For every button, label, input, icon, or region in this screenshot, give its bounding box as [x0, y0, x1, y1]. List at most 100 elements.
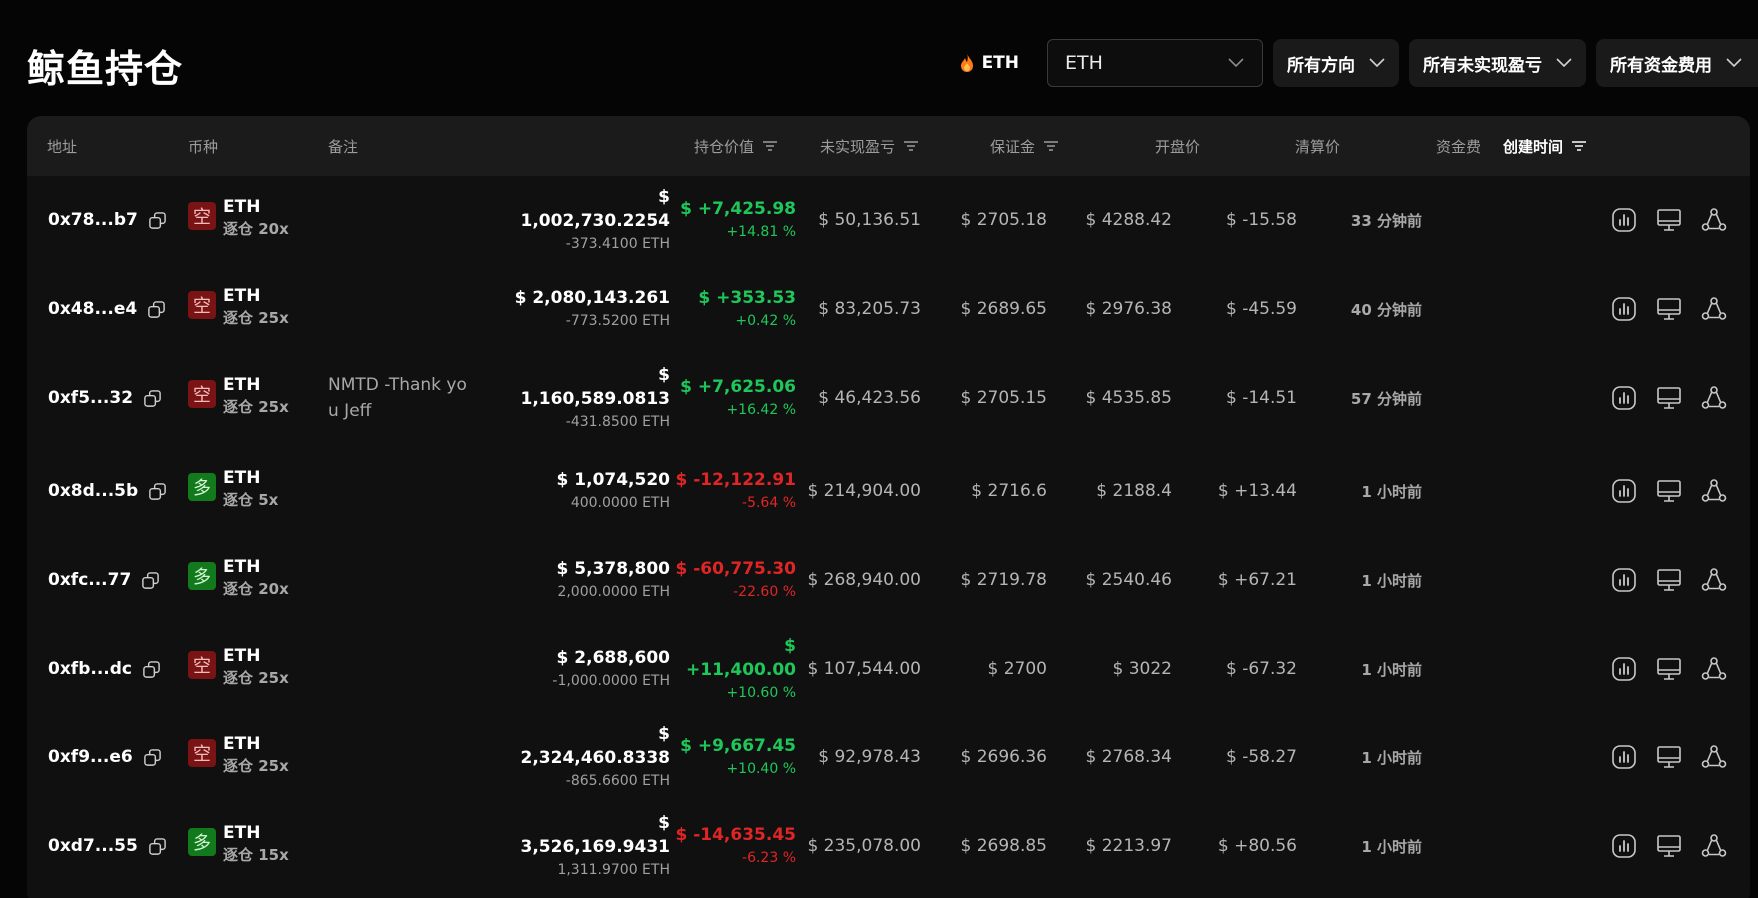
- funding-value: $ -45.59: [1225, 299, 1297, 319]
- pnl-value: $ -60,775.30: [675, 559, 796, 579]
- monitor-icon[interactable]: [1656, 207, 1682, 233]
- hot-token-button[interactable]: ETH: [960, 53, 1019, 73]
- share-icon[interactable]: [1701, 207, 1727, 233]
- address-text[interactable]: 0xd7...55: [48, 836, 138, 856]
- pnl-percent: +0.42 %: [735, 313, 796, 329]
- address-text[interactable]: 0xfb...dc: [48, 659, 132, 679]
- pnl-cell: $ -14,635.45 -6.23 %: [670, 802, 796, 890]
- share-icon[interactable]: [1701, 296, 1727, 322]
- copy-icon[interactable]: [148, 211, 167, 230]
- margin-value: $ 107,544.00: [807, 659, 921, 679]
- note-text: [328, 625, 468, 713]
- monitor-icon[interactable]: [1656, 744, 1682, 770]
- chart-icon[interactable]: [1611, 296, 1637, 322]
- table-row[interactable]: 0xfc...77 多 ETH 逐仓 20x $ 5,378,800 2,000.0000…: [27, 536, 1750, 624]
- direction-badge: 多: [188, 828, 216, 856]
- positions-table: 地址 币种 备注 持仓价值 未实现盈亏 保证金 开盘价 清算价 资金费 创建时间…: [27, 116, 1750, 898]
- funding-filter[interactable]: 所有资金费用: [1596, 39, 1758, 87]
- monitor-icon[interactable]: [1656, 296, 1682, 322]
- token-select[interactable]: ETH: [1047, 39, 1263, 87]
- row-actions: [1611, 802, 1727, 890]
- share-icon[interactable]: [1701, 656, 1727, 682]
- direction-badge: 空: [188, 739, 216, 767]
- chart-icon[interactable]: [1611, 385, 1637, 411]
- coin-cell: 空 ETH 逐仓 25x: [188, 733, 289, 777]
- table-row[interactable]: 0xf9...e6 空 ETH 逐仓 25x $ 2,324,460.8338 -865.…: [27, 713, 1750, 801]
- position-size: 1,311.9700 ETH: [557, 862, 670, 878]
- table-row[interactable]: 0x8d...5b 多 ETH 逐仓 5x $ 1,074,520 400.0000 ET…: [27, 447, 1750, 535]
- chart-icon[interactable]: [1611, 656, 1637, 682]
- copy-icon[interactable]: [148, 837, 167, 856]
- share-icon[interactable]: [1701, 567, 1727, 593]
- chart-icon[interactable]: [1611, 744, 1637, 770]
- liq-price-value: $ 4535.85: [1085, 388, 1172, 408]
- position-value-cell: $ 1,074,520 400.0000 ETH: [507, 447, 670, 535]
- copy-icon[interactable]: [148, 482, 167, 501]
- col-unrealized-pnl[interactable]: 未实现盈亏: [778, 116, 919, 176]
- copy-icon[interactable]: [143, 748, 162, 767]
- created-time: 1 小时前: [1361, 482, 1422, 501]
- position-value-cell: $ 3,526,169.9431 1,311.9700 ETH: [507, 802, 671, 890]
- monitor-icon[interactable]: [1656, 656, 1682, 682]
- copy-icon[interactable]: [143, 389, 162, 408]
- pnl-value: $ +11,400.00: [686, 636, 796, 680]
- table-row[interactable]: 0xfb...dc 空 ETH 逐仓 25x $ 2,688,600 -1,000.000…: [27, 625, 1750, 713]
- copy-icon[interactable]: [141, 571, 160, 590]
- address-text[interactable]: 0x48...e4: [48, 299, 137, 319]
- margin-value: $ 268,940.00: [807, 570, 921, 590]
- monitor-icon[interactable]: [1656, 567, 1682, 593]
- col-position-value[interactable]: 持仓价值: [587, 116, 778, 176]
- note-text: [328, 176, 468, 264]
- table-row[interactable]: 0x48...e4 空 ETH 逐仓 25x $ 2,080,143.261 -773.5…: [27, 265, 1750, 353]
- share-icon[interactable]: [1701, 744, 1727, 770]
- monitor-icon[interactable]: [1656, 833, 1682, 859]
- col-address: 地址: [47, 137, 78, 156]
- address-text[interactable]: 0xf9...e6: [48, 747, 133, 767]
- funding-value: $ +13.44: [1217, 481, 1297, 501]
- position-size: 400.0000 ETH: [570, 495, 670, 511]
- col-margin[interactable]: 保证金: [919, 116, 1059, 176]
- chart-icon[interactable]: [1611, 567, 1637, 593]
- direction-badge: 空: [188, 202, 216, 230]
- col-created[interactable]: 创建时间: [1503, 116, 1587, 176]
- share-icon[interactable]: [1701, 833, 1727, 859]
- position-value: $ 1,074,520: [556, 470, 670, 490]
- coin-cell: 空 ETH 逐仓 20x: [188, 196, 289, 240]
- coin-name: ETH: [223, 197, 261, 217]
- leverage-label: 逐仓 25x: [223, 757, 289, 775]
- copy-icon[interactable]: [142, 660, 161, 679]
- monitor-icon[interactable]: [1656, 385, 1682, 411]
- address-text[interactable]: 0xfc...77: [48, 570, 131, 590]
- note-text: [328, 265, 468, 353]
- chart-icon[interactable]: [1611, 833, 1637, 859]
- margin-value: $ 83,205.73: [818, 299, 921, 319]
- address-cell: 0xd7...55: [48, 802, 167, 890]
- monitor-icon[interactable]: [1656, 478, 1682, 504]
- row-actions: [1611, 625, 1727, 713]
- direction-filter[interactable]: 所有方向: [1273, 39, 1399, 87]
- copy-icon[interactable]: [147, 300, 166, 319]
- pnl-percent: +10.40 %: [726, 761, 796, 777]
- chart-icon[interactable]: [1611, 207, 1637, 233]
- liq-price-value: $ 2188.4: [1096, 481, 1172, 501]
- table-row[interactable]: 0x78...b7 空 ETH 逐仓 20x $ 1,002,730.2254 -373.…: [27, 176, 1750, 264]
- table-row[interactable]: 0xd7...55 多 ETH 逐仓 15x $ 3,526,169.9431 1,311…: [27, 802, 1750, 890]
- address-text[interactable]: 0xf5...32: [48, 388, 133, 408]
- address-cell: 0x8d...5b: [48, 447, 167, 535]
- pnl-percent: -22.60 %: [733, 584, 796, 600]
- pnl-filter[interactable]: 所有未实现盈亏: [1409, 39, 1586, 87]
- address-text[interactable]: 0x78...b7: [48, 210, 138, 230]
- coin-cell: 多 ETH 逐仓 5x: [188, 467, 278, 511]
- pnl-cell: $ -60,775.30 -22.60 %: [670, 536, 796, 624]
- coin-name: ETH: [223, 286, 261, 306]
- direction-badge: 空: [188, 651, 216, 679]
- share-icon[interactable]: [1701, 478, 1727, 504]
- created-time: 40 分钟前: [1350, 300, 1422, 319]
- margin-value: $ 235,078.00: [807, 836, 921, 856]
- address-text[interactable]: 0x8d...5b: [48, 481, 138, 501]
- share-icon[interactable]: [1701, 385, 1727, 411]
- table-row[interactable]: 0xf5...32 空 ETH 逐仓 25x NMTD -Thank you Jeff $…: [27, 354, 1750, 442]
- chart-icon[interactable]: [1611, 478, 1637, 504]
- open-price-value: $ 2705.15: [960, 388, 1047, 408]
- position-value: $ 2,080,143.261: [514, 288, 670, 308]
